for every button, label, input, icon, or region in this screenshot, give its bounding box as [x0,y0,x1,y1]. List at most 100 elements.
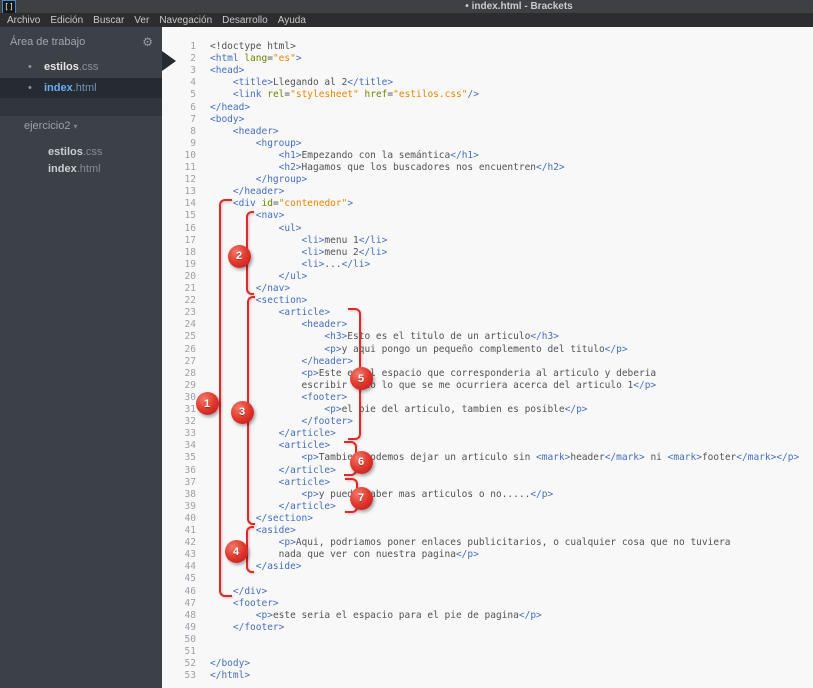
working-file-label: estilos.css [44,61,99,73]
code-line[interactable]: 31 <p>el pie del articulo, tambien es po… [162,404,588,417]
line-number: 53 [184,670,196,682]
code-line[interactable]: 26 <p>y aqui pongo un pequeño complement… [162,344,628,357]
line-number: 12 [184,174,196,186]
menu-ver[interactable]: Ver [129,15,154,26]
menu-navegacion[interactable]: Navegación [154,15,217,26]
working-set-title: Área de trabajo [10,36,86,48]
code-text: </html> [210,670,251,682]
code-line[interactable]: 32 </footer> [162,416,353,429]
code-line[interactable]: 10 <h1>Empezando con la semántica</h1> [162,150,479,163]
gear-icon[interactable]: ⚙ [142,35,153,49]
code-text: <title>Llegando al 2</title> [232,77,394,89]
code-line[interactable]: 25 <h3>Esto es el titulo de un articulo<… [162,331,559,344]
project-file-index-html[interactable]: index.html [48,161,158,177]
code-line[interactable]: 5 <link rel="stylesheet" href="estilos.c… [162,89,479,102]
code-line[interactable]: 24 <header> [162,319,348,332]
code-line[interactable]: 41 <aside> [162,525,296,538]
code-editor[interactable]: 1 <!doctype html> 2 <html lang="es"> 3 <head>… [162,27,813,688]
code-line[interactable]: 12 </hgroup> [162,174,308,187]
code-line[interactable]: 49 </footer> [162,622,285,635]
line-number: 7 [190,113,196,125]
code-line[interactable]: 46 </div> [162,585,268,599]
code-text: <div id="contenedor"> [232,198,354,210]
project-dropdown[interactable]: ejercicio2 ▾ [24,120,78,132]
line-number: 25 [184,331,196,343]
code-line[interactable]: 14 <div id="contenedor"> [162,198,354,211]
code-line[interactable]: 11 <h2>Hagamos que los buscadores nos en… [162,162,565,175]
menu-desarrollo[interactable]: Desarrollo [217,15,273,26]
code-line[interactable]: 17 <li>menu 1</li> [162,234,388,248]
code-line[interactable]: 27 </header> [162,356,353,369]
code-line[interactable]: 6 </head> [162,102,250,115]
working-file-label: index.html [44,82,97,94]
menu-archivo[interactable]: Archivo [2,15,45,26]
chevron-down-icon: ▾ [73,122,78,131]
line-number: 31 [184,404,196,415]
code-line[interactable]: 21 </nav> [162,283,291,296]
code-line[interactable]: 45 [162,573,210,586]
code-line[interactable]: 38 <p>y puede haber mas articulos o no..… [162,488,554,502]
line-number: 38 [184,488,196,500]
code-text: nada que ver con nuestra pagina</p> [210,549,479,561]
code-line[interactable]: 16 <ul> [162,223,302,236]
code-text: <section> [255,295,308,307]
brackets-app-icon: [] [2,0,16,14]
code-line[interactable]: 53 </html> [162,670,251,683]
menu-ayuda[interactable]: Ayuda [273,15,311,26]
code-line[interactable]: 19 <li>...</li> [162,259,371,272]
line-number: 8 [190,125,196,137]
code-line[interactable]: 30 <footer> [162,392,348,405]
code-text: </div> [232,585,268,597]
line-number: 50 [184,633,196,645]
code-line[interactable]: 18 <li>menu 2</li> [162,247,388,260]
line-number: 22 [184,295,196,307]
code-line[interactable]: 23 <article> [162,307,331,320]
line-number: 11 [184,162,196,173]
code-line[interactable]: 51 [162,646,210,659]
code-line[interactable]: 40 </section> [162,513,313,526]
code-line[interactable]: 20 </ul> [162,270,308,284]
line-number: 9 [190,137,196,149]
code-text: </body> [210,658,251,670]
line-number: 17 [184,234,196,246]
code-line[interactable]: 43 nada que ver con nuestra pagina</p> [162,549,479,562]
line-number: 51 [184,646,196,657]
code-line[interactable]: 2 <html lang="es"> [162,53,302,66]
line-number: 42 [184,537,196,549]
code-line[interactable]: 48 <p>este seria el espacio para el pie … [162,610,542,623]
project-file-estilos-css[interactable]: estilos.css [48,144,158,160]
code-line[interactable]: 15 <nav> [162,210,285,223]
code-line[interactable]: 28 <p>Este es el espacio que corresponde… [162,368,657,381]
code-line[interactable]: 50 [162,634,210,647]
menu-edicion[interactable]: Edición [45,15,88,26]
code-line[interactable]: 29 escribir todo lo que se me ocurriera … [162,380,657,393]
line-number: 6 [190,101,196,113]
working-file-estilos-css[interactable]: • estilos.css [0,57,162,77]
code-text: </ul> [278,270,308,282]
code-line[interactable]: 47 <footer> [162,598,279,611]
code-line[interactable]: 37 <article> [162,477,331,490]
code-line[interactable]: 4 <title>Llegando al 2</title> [162,77,393,90]
working-file-index-html[interactable]: • index.html [0,78,162,98]
line-number: 13 [184,186,196,198]
code-line[interactable]: 35 <p>Tambien podemos dejar un articulo … [162,452,800,465]
line-number: 44 [184,561,196,573]
menu-buscar[interactable]: Buscar [88,15,129,26]
code-line[interactable]: 1 <!doctype html> [162,41,296,54]
code-text: <nav> [255,210,285,222]
code-line[interactable]: 22 <section> [162,295,308,308]
code-line[interactable]: 44 </aside> [162,561,302,574]
code-line[interactable]: 34 <article> [162,440,331,453]
code-line[interactable]: 13 </header> [162,186,285,199]
code-line[interactable]: 9 <hgroup> [162,137,301,151]
code-line[interactable]: 42 <p>Aqui, podriamos poner enlaces publ… [162,537,731,550]
code-line[interactable]: 39 </article> [162,501,336,514]
code-text: <html lang="es"> [210,53,302,65]
line-number: 34 [184,440,196,452]
code-line[interactable]: 52 </body> [162,658,251,671]
code-line[interactable]: 33 </article> [162,428,336,441]
code-line[interactable]: 36 </article> [162,465,336,478]
code-line[interactable]: 7 <body> [162,114,244,127]
code-text: </head> [210,101,251,113]
code-line[interactable]: 8 <header> [162,125,278,139]
